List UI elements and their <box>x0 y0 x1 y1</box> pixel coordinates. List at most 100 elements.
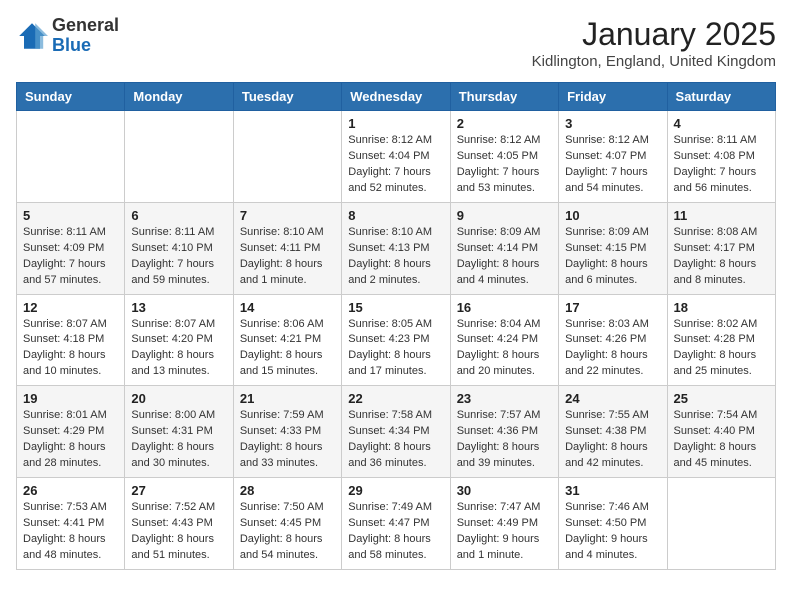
day-info: Sunrise: 8:07 AM Sunset: 4:20 PM Dayligh… <box>131 317 226 381</box>
weekday-header-sunday: Sunday <box>17 83 125 111</box>
day-info: Sunrise: 7:58 AM Sunset: 4:34 PM Dayligh… <box>348 408 443 472</box>
calendar-cell-w3-d5: 17 Sunrise: 8:03 AM Sunset: 4:26 PM Dayli… <box>559 294 667 386</box>
calendar-cell-w4-d6: 25Sunrise: 7:54 AM Sunset: 4:40 PM Dayli… <box>667 386 775 478</box>
day-info: Sunrise: 8:10 AM Sunset: 4:13 PM Dayligh… <box>348 225 443 289</box>
day-info: Sunrise: 7:52 AM Sunset: 4:43 PM Dayligh… <box>131 500 226 564</box>
calendar-cell-w5-d4: 30 Sunrise: 7:47 AM Sunset: 4:49 PM Dayli… <box>450 478 558 570</box>
weekday-header-tuesday: Tuesday <box>233 83 341 111</box>
day-info: Sunrise: 7:59 AM Sunset: 4:33 PM Dayligh… <box>240 408 335 472</box>
day-number: 27 <box>131 483 226 498</box>
day-number: 1 <box>348 116 443 131</box>
day-info: Sunrise: 8:11 AM Sunset: 4:08 PM Dayligh… <box>674 133 769 197</box>
day-number: 17 <box>565 300 660 315</box>
day-number: 18 <box>674 300 769 315</box>
month-title: January 2025 <box>532 16 776 53</box>
calendar-cell-w5-d6 <box>667 478 775 570</box>
day-number: 7 <box>240 208 335 223</box>
day-info: Sunrise: 8:10 AM Sunset: 4:11 PM Dayligh… <box>240 225 335 289</box>
day-number: 8 <box>348 208 443 223</box>
day-info: Sunrise: 7:57 AM Sunset: 4:36 PM Dayligh… <box>457 408 552 472</box>
day-info: Sunrise: 7:49 AM Sunset: 4:47 PM Dayligh… <box>348 500 443 564</box>
day-info: Sunrise: 7:53 AM Sunset: 4:41 PM Dayligh… <box>23 500 118 564</box>
day-number: 10 <box>565 208 660 223</box>
day-number: 22 <box>348 391 443 406</box>
day-info: Sunrise: 8:09 AM Sunset: 4:15 PM Dayligh… <box>565 225 660 289</box>
calendar-cell-w1-d3: 1 Sunrise: 8:12 AM Sunset: 4:04 PM Daylig… <box>342 111 450 203</box>
week-row-1: 1 Sunrise: 8:12 AM Sunset: 4:04 PM Daylig… <box>17 111 776 203</box>
calendar-cell-w4-d0: 19Sunrise: 8:01 AM Sunset: 4:29 PM Dayli… <box>17 386 125 478</box>
day-number: 2 <box>457 116 552 131</box>
week-row-5: 26Sunrise: 7:53 AM Sunset: 4:41 PM Dayli… <box>17 478 776 570</box>
weekday-header-saturday: Saturday <box>667 83 775 111</box>
title-block: January 2025 Kidlington, England, United… <box>532 16 776 70</box>
calendar-cell-w2-d5: 10 Sunrise: 8:09 AM Sunset: 4:15 PM Dayli… <box>559 202 667 294</box>
calendar-cell-w4-d1: 20Sunrise: 8:00 AM Sunset: 4:31 PM Dayli… <box>125 386 233 478</box>
day-number: 16 <box>457 300 552 315</box>
calendar-cell-w4-d2: 21 Sunrise: 7:59 AM Sunset: 4:33 PM Dayli… <box>233 386 341 478</box>
calendar-cell-w3-d6: 18 Sunrise: 8:02 AM Sunset: 4:28 PM Dayli… <box>667 294 775 386</box>
calendar-cell-w3-d1: 13 Sunrise: 8:07 AM Sunset: 4:20 PM Dayli… <box>125 294 233 386</box>
calendar-cell-w4-d5: 24Sunrise: 7:55 AM Sunset: 4:38 PM Dayli… <box>559 386 667 478</box>
day-info: Sunrise: 8:12 AM Sunset: 4:04 PM Dayligh… <box>348 133 443 197</box>
calendar-cell-w5-d1: 27 Sunrise: 7:52 AM Sunset: 4:43 PM Dayli… <box>125 478 233 570</box>
page-header: General Blue January 2025 Kidlington, En… <box>16 16 776 70</box>
day-info: Sunrise: 8:00 AM Sunset: 4:31 PM Dayligh… <box>131 408 226 472</box>
calendar-cell-w1-d1 <box>125 111 233 203</box>
calendar-table: SundayMondayTuesdayWednesdayThursdayFrid… <box>16 82 776 570</box>
logo-blue-text: Blue <box>52 35 91 55</box>
calendar-cell-w5-d5: 31Sunrise: 7:46 AM Sunset: 4:50 PM Dayli… <box>559 478 667 570</box>
day-number: 30 <box>457 483 552 498</box>
day-info: Sunrise: 8:05 AM Sunset: 4:23 PM Dayligh… <box>348 317 443 381</box>
location-text: Kidlington, England, United Kingdom <box>532 53 776 70</box>
calendar-cell-w3-d0: 12Sunrise: 8:07 AM Sunset: 4:18 PM Dayli… <box>17 294 125 386</box>
week-row-3: 12Sunrise: 8:07 AM Sunset: 4:18 PM Dayli… <box>17 294 776 386</box>
calendar-cell-w2-d0: 5Sunrise: 8:11 AM Sunset: 4:09 PM Daylig… <box>17 202 125 294</box>
calendar-cell-w2-d3: 8 Sunrise: 8:10 AM Sunset: 4:13 PM Daylig… <box>342 202 450 294</box>
day-number: 15 <box>348 300 443 315</box>
calendar-cell-w4-d4: 23 Sunrise: 7:57 AM Sunset: 4:36 PM Dayli… <box>450 386 558 478</box>
weekday-header-row: SundayMondayTuesdayWednesdayThursdayFrid… <box>17 83 776 111</box>
calendar-cell-w4-d3: 22 Sunrise: 7:58 AM Sunset: 4:34 PM Dayli… <box>342 386 450 478</box>
calendar-cell-w5-d0: 26Sunrise: 7:53 AM Sunset: 4:41 PM Dayli… <box>17 478 125 570</box>
day-info: Sunrise: 8:03 AM Sunset: 4:26 PM Dayligh… <box>565 317 660 381</box>
day-info: Sunrise: 8:11 AM Sunset: 4:09 PM Dayligh… <box>23 225 118 289</box>
day-number: 19 <box>23 391 118 406</box>
day-info: Sunrise: 8:11 AM Sunset: 4:10 PM Dayligh… <box>131 225 226 289</box>
day-info: Sunrise: 7:46 AM Sunset: 4:50 PM Dayligh… <box>565 500 660 564</box>
weekday-header-friday: Friday <box>559 83 667 111</box>
calendar-cell-w2-d6: 11Sunrise: 8:08 AM Sunset: 4:17 PM Dayli… <box>667 202 775 294</box>
week-row-4: 19Sunrise: 8:01 AM Sunset: 4:29 PM Dayli… <box>17 386 776 478</box>
weekday-header-monday: Monday <box>125 83 233 111</box>
day-number: 3 <box>565 116 660 131</box>
weekday-header-wednesday: Wednesday <box>342 83 450 111</box>
logo: General Blue <box>16 16 119 56</box>
calendar-cell-w1-d4: 2 Sunrise: 8:12 AM Sunset: 4:05 PM Daylig… <box>450 111 558 203</box>
calendar-cell-w2-d1: 6Sunrise: 8:11 AM Sunset: 4:10 PM Daylig… <box>125 202 233 294</box>
day-number: 9 <box>457 208 552 223</box>
calendar-cell-w1-d6: 4 Sunrise: 8:11 AM Sunset: 4:08 PM Daylig… <box>667 111 775 203</box>
day-number: 11 <box>674 208 769 223</box>
day-info: Sunrise: 7:47 AM Sunset: 4:49 PM Dayligh… <box>457 500 552 564</box>
calendar-cell-w2-d2: 7 Sunrise: 8:10 AM Sunset: 4:11 PM Daylig… <box>233 202 341 294</box>
calendar-cell-w3-d2: 14Sunrise: 8:06 AM Sunset: 4:21 PM Dayli… <box>233 294 341 386</box>
day-number: 21 <box>240 391 335 406</box>
day-info: Sunrise: 8:12 AM Sunset: 4:05 PM Dayligh… <box>457 133 552 197</box>
calendar-cell-w2-d4: 9Sunrise: 8:09 AM Sunset: 4:14 PM Daylig… <box>450 202 558 294</box>
day-info: Sunrise: 8:07 AM Sunset: 4:18 PM Dayligh… <box>23 317 118 381</box>
day-number: 13 <box>131 300 226 315</box>
day-number: 28 <box>240 483 335 498</box>
day-number: 4 <box>674 116 769 131</box>
calendar-cell-w1-d5: 3Sunrise: 8:12 AM Sunset: 4:07 PM Daylig… <box>559 111 667 203</box>
calendar-cell-w3-d3: 15 Sunrise: 8:05 AM Sunset: 4:23 PM Dayli… <box>342 294 450 386</box>
weekday-header-thursday: Thursday <box>450 83 558 111</box>
day-number: 23 <box>457 391 552 406</box>
day-number: 14 <box>240 300 335 315</box>
day-number: 25 <box>674 391 769 406</box>
day-number: 29 <box>348 483 443 498</box>
logo-text: General Blue <box>52 16 119 56</box>
day-info: Sunrise: 8:02 AM Sunset: 4:28 PM Dayligh… <box>674 317 769 381</box>
day-info: Sunrise: 7:55 AM Sunset: 4:38 PM Dayligh… <box>565 408 660 472</box>
calendar-cell-w5-d3: 29 Sunrise: 7:49 AM Sunset: 4:47 PM Dayli… <box>342 478 450 570</box>
week-row-2: 5Sunrise: 8:11 AM Sunset: 4:09 PM Daylig… <box>17 202 776 294</box>
logo-icon <box>16 20 48 52</box>
